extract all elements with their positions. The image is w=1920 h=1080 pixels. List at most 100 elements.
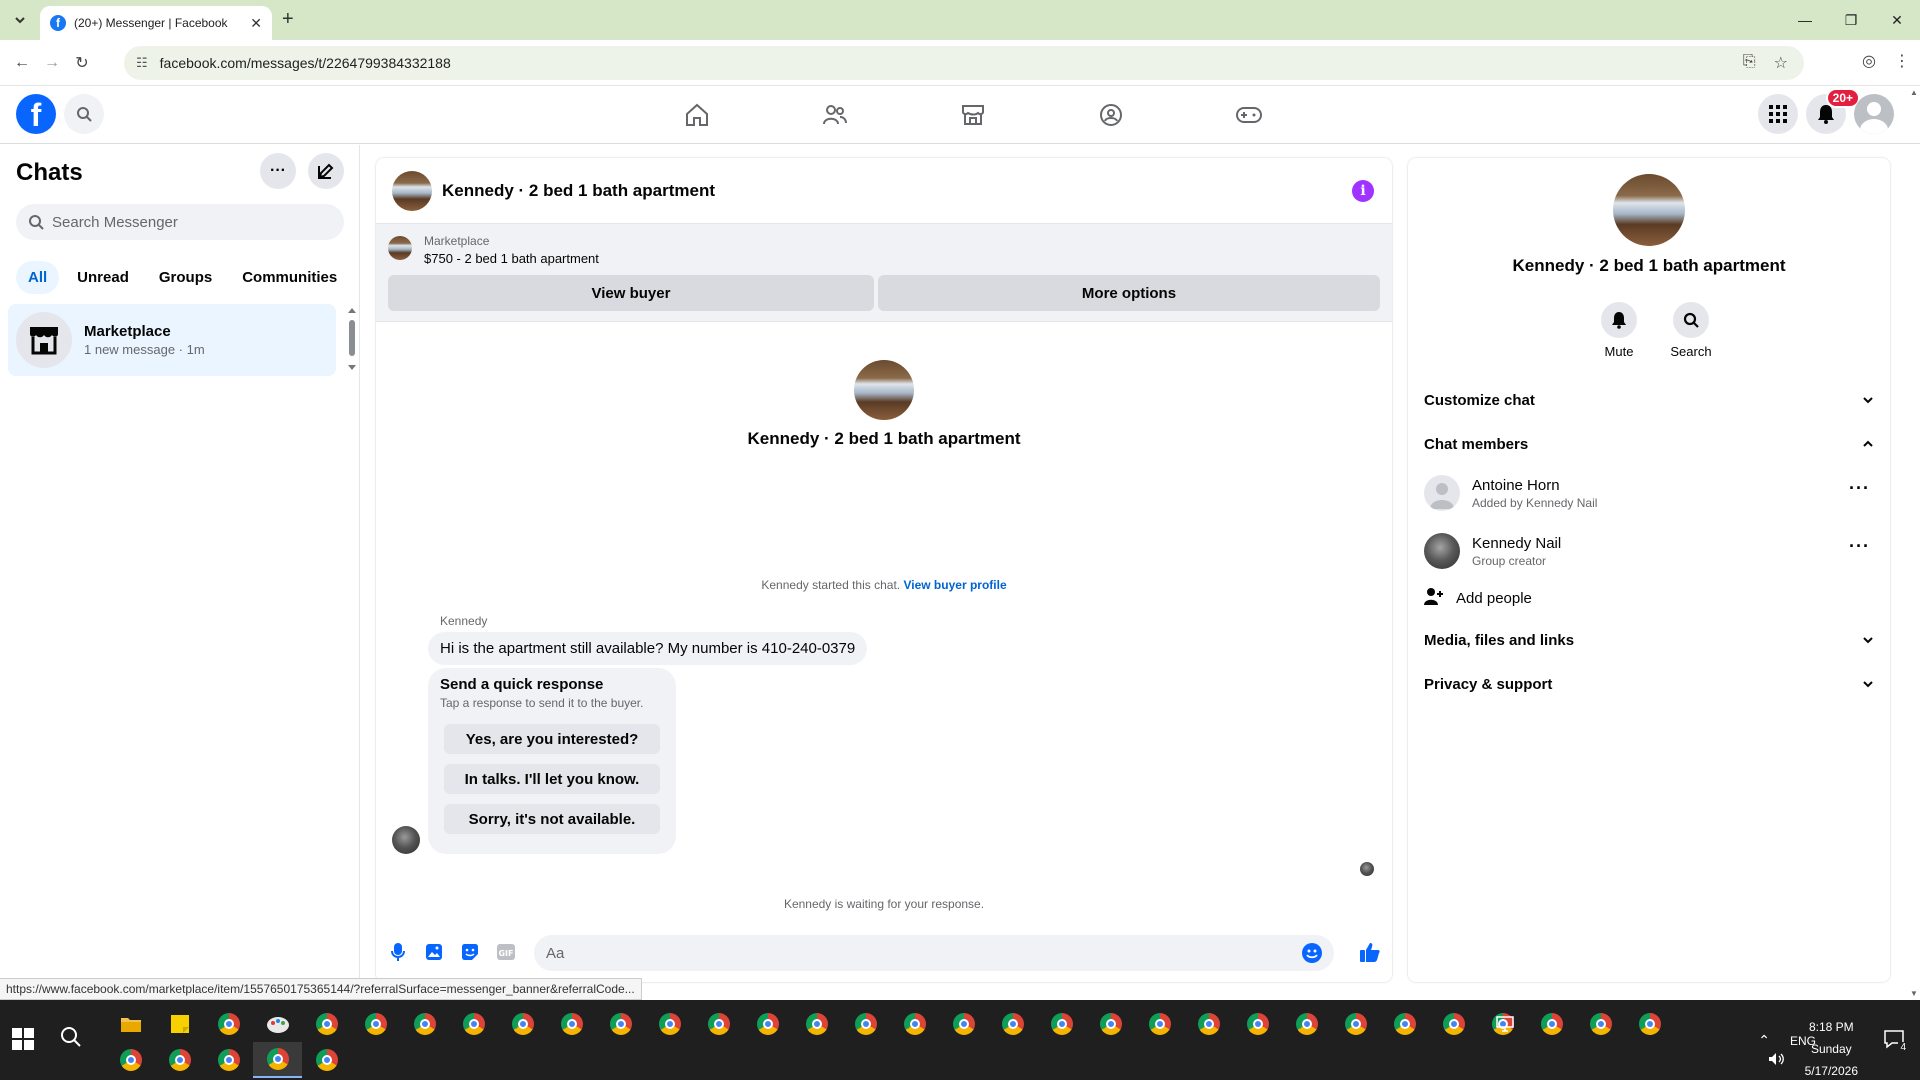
forward-icon[interactable]: → bbox=[40, 51, 64, 75]
chats-options-icon[interactable]: ··· bbox=[260, 153, 296, 189]
new-message-icon[interactable] bbox=[308, 153, 344, 189]
browser-menu-icon[interactable]: ⋮ bbox=[1894, 51, 1910, 71]
chrome-icon[interactable] bbox=[204, 1006, 253, 1042]
more-options-button[interactable]: More options bbox=[878, 275, 1380, 311]
customize-chat-row[interactable]: Customize chat bbox=[1424, 384, 1874, 416]
quick-reply-interested[interactable]: Yes, are you interested? bbox=[444, 724, 660, 754]
paint-icon[interactable] bbox=[253, 1006, 302, 1042]
member-options-icon[interactable]: ··· bbox=[1849, 536, 1870, 557]
filter-all[interactable]: All bbox=[16, 261, 60, 294]
chrome-profile-icon[interactable] bbox=[792, 1006, 841, 1042]
chrome-profile-icon[interactable] bbox=[1429, 1006, 1478, 1042]
filter-groups[interactable]: Groups bbox=[147, 261, 224, 294]
chrome-profile-icon[interactable] bbox=[694, 1006, 743, 1042]
gif-icon[interactable]: GIF bbox=[494, 940, 518, 964]
chrome-profile-icon[interactable] bbox=[1184, 1006, 1233, 1042]
action-center-icon[interactable]: 4 bbox=[1884, 1030, 1908, 1053]
media-files-links-row[interactable]: Media, files and links bbox=[1424, 624, 1874, 656]
chrome-profile-icon[interactable] bbox=[1331, 1006, 1380, 1042]
sender-avatar[interactable] bbox=[392, 826, 420, 854]
chat-item-marketplace[interactable]: Marketplace 1 new message · 1m bbox=[8, 304, 336, 376]
chrome-profile-icon[interactable] bbox=[988, 1006, 1037, 1042]
chrome-profile-icon[interactable] bbox=[1380, 1006, 1429, 1042]
message-input[interactable]: Aa bbox=[534, 935, 1334, 971]
remote-display-icon[interactable] bbox=[1496, 1016, 1514, 1035]
friends-icon[interactable] bbox=[766, 86, 904, 144]
listing-photo-avatar[interactable] bbox=[392, 170, 432, 211]
chrome-profile-icon[interactable] bbox=[1086, 1006, 1135, 1042]
tab-search-dropdown-icon[interactable] bbox=[8, 8, 32, 32]
reload-icon[interactable]: ↻ bbox=[70, 51, 94, 75]
chrome-profile-icon[interactable] bbox=[302, 1042, 351, 1078]
site-info-icon[interactable]: ☷ bbox=[136, 55, 148, 71]
filter-communities[interactable]: Communities bbox=[230, 261, 349, 294]
address-bar[interactable]: ☷ facebook.com/messages/t/22647993843321… bbox=[124, 46, 1804, 80]
chrome-active-window-icon[interactable] bbox=[253, 1042, 302, 1078]
chrome-profile-icon[interactable] bbox=[939, 1006, 988, 1042]
message-bubble[interactable]: Hi is the apartment still available? My … bbox=[428, 632, 868, 665]
microphone-icon[interactable] bbox=[386, 940, 410, 964]
chrome-profile-icon[interactable] bbox=[890, 1006, 939, 1042]
marketplace-icon[interactable] bbox=[904, 86, 1042, 144]
groups-icon[interactable] bbox=[1042, 86, 1180, 144]
file-explorer-icon[interactable] bbox=[106, 1006, 155, 1042]
chrome-profile-icon[interactable] bbox=[498, 1006, 547, 1042]
profile-icon[interactable]: ◎ bbox=[1862, 51, 1876, 71]
chat-list-scrollbar[interactable] bbox=[346, 306, 358, 372]
account-avatar[interactable] bbox=[1854, 94, 1894, 134]
quick-reply-not-available[interactable]: Sorry, it's not available. bbox=[444, 804, 660, 834]
chrome-profile-icon[interactable] bbox=[547, 1006, 596, 1042]
notifications-bell-icon[interactable]: 20+ bbox=[1806, 88, 1860, 134]
chrome-profile-icon[interactable] bbox=[743, 1006, 792, 1042]
back-icon[interactable]: ← bbox=[10, 51, 34, 75]
new-tab-icon[interactable]: + bbox=[282, 8, 294, 31]
install-app-icon[interactable]: ⎘ bbox=[1743, 53, 1756, 73]
close-window-icon[interactable]: ✕ bbox=[1874, 0, 1920, 40]
filter-unread[interactable]: Unread bbox=[65, 261, 141, 294]
quick-reply-in-talks[interactable]: In talks. I'll let you know. bbox=[444, 764, 660, 794]
photo-attach-icon[interactable] bbox=[422, 940, 446, 964]
chrome-profile-icon[interactable] bbox=[106, 1042, 155, 1078]
view-buyer-button[interactable]: View buyer bbox=[388, 275, 874, 311]
chrome-profile-icon[interactable] bbox=[1576, 1006, 1625, 1042]
sticker-icon[interactable] bbox=[458, 940, 482, 964]
chrome-profile-icon[interactable] bbox=[204, 1042, 253, 1078]
chrome-profile-icon[interactable] bbox=[400, 1006, 449, 1042]
privacy-support-row[interactable]: Privacy & support bbox=[1424, 668, 1874, 700]
windows-start-icon[interactable] bbox=[12, 1028, 34, 1050]
restore-icon[interactable]: ❐ bbox=[1828, 0, 1874, 40]
tab-close-icon[interactable]: ✕ bbox=[250, 15, 262, 32]
mute-button[interactable]: Mute bbox=[1589, 302, 1649, 359]
sticky-notes-icon[interactable] bbox=[155, 1006, 204, 1042]
chrome-profile-icon[interactable] bbox=[1527, 1006, 1576, 1042]
chat-members-row[interactable]: Chat members bbox=[1424, 428, 1874, 460]
listing-price-title[interactable]: $750 - 2 bed 1 bath apartment bbox=[424, 251, 599, 266]
minimize-icon[interactable]: — bbox=[1782, 0, 1828, 40]
chrome-profile-icon[interactable] bbox=[596, 1006, 645, 1042]
member-antoine-horn[interactable]: Antoine Horn Added by Kennedy Nail ··· bbox=[1424, 468, 1874, 518]
taskbar-search-icon[interactable] bbox=[60, 1026, 82, 1054]
member-options-icon[interactable]: ··· bbox=[1849, 478, 1870, 499]
listing-thumbnail[interactable] bbox=[388, 236, 412, 260]
facebook-search-icon[interactable] bbox=[64, 94, 104, 134]
browser-tab[interactable]: f (20+) Messenger | Facebook ✕ bbox=[40, 6, 272, 40]
chrome-profile-icon[interactable] bbox=[645, 1006, 694, 1042]
taskbar-clock[interactable]: 8:18 PM Sunday 5/17/2026 bbox=[1805, 1016, 1858, 1080]
chrome-profile-icon[interactable] bbox=[1135, 1006, 1184, 1042]
chrome-profile-icon[interactable] bbox=[351, 1006, 400, 1042]
bookmark-star-icon[interactable]: ☆ bbox=[1774, 53, 1788, 73]
facebook-logo-icon[interactable]: f bbox=[16, 94, 56, 134]
chrome-profile-icon[interactable] bbox=[1037, 1006, 1086, 1042]
chrome-profile-icon[interactable] bbox=[302, 1006, 351, 1042]
page-scrollbar[interactable]: ▲ ▼ bbox=[1908, 86, 1920, 1000]
chrome-profile-icon[interactable] bbox=[1282, 1006, 1331, 1042]
conversation-title[interactable]: Kennedy · 2 bed 1 bath apartment bbox=[442, 181, 715, 201]
home-icon[interactable] bbox=[628, 86, 766, 144]
chrome-profile-icon[interactable] bbox=[155, 1042, 204, 1078]
search-messenger-input[interactable]: Search Messenger bbox=[16, 204, 344, 240]
view-buyer-profile-link[interactable]: View buyer profile bbox=[903, 578, 1006, 592]
menu-grid-icon[interactable] bbox=[1758, 94, 1798, 134]
chrome-profile-icon[interactable] bbox=[1625, 1006, 1674, 1042]
chrome-profile-icon[interactable] bbox=[449, 1006, 498, 1042]
chrome-profile-icon[interactable] bbox=[1233, 1006, 1282, 1042]
